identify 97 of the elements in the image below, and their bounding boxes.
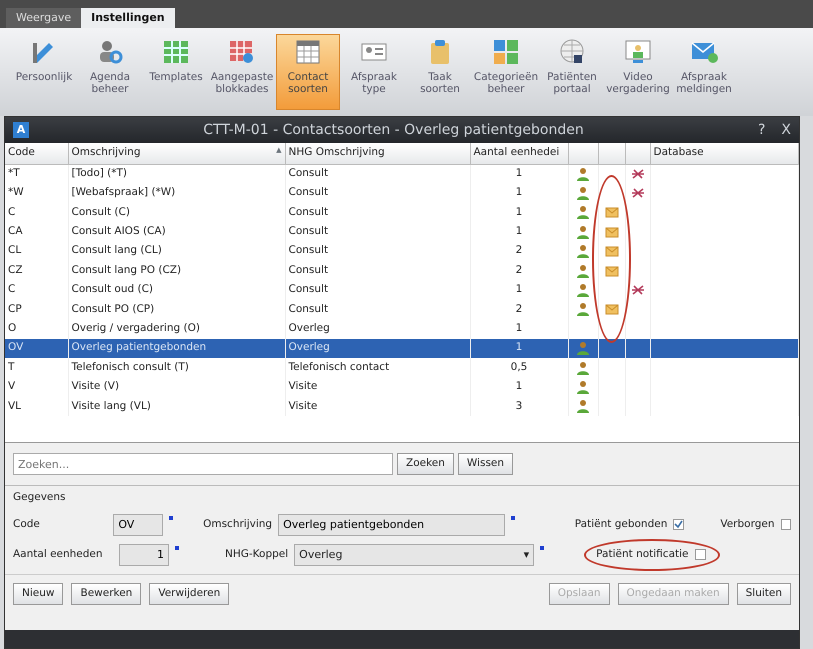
ribbon-button[interactable]: Agenda beheer bbox=[78, 34, 142, 110]
table-cell: Consult AIOS (CA) bbox=[68, 222, 285, 242]
dialog-button[interactable]: Bewerken bbox=[71, 582, 142, 604]
search-field[interactable]: Zoeken... bbox=[13, 453, 393, 475]
search-button[interactable]: Wissen bbox=[458, 453, 514, 475]
table-cell: Visite lang (VL) bbox=[68, 396, 285, 416]
checkbox[interactable] bbox=[673, 519, 684, 530]
table-cell: Visite bbox=[285, 396, 470, 416]
column-header[interactable]: Aantal eenhedei bbox=[470, 143, 568, 164]
required-marker bbox=[175, 546, 179, 550]
table-cell: Telefonisch consult (T) bbox=[68, 358, 285, 378]
table-cell: 3 bbox=[470, 396, 568, 416]
ribbon-button[interactable]: Afspraak meldingen bbox=[672, 34, 736, 110]
table-cell: [Webafspraak] (*W) bbox=[68, 183, 285, 203]
table-cell: 2 bbox=[470, 300, 568, 320]
table-cell: Consult bbox=[285, 183, 470, 203]
table-cell: Visite bbox=[285, 377, 470, 397]
table-cell: Consult PO (CP) bbox=[68, 300, 285, 320]
required-marker bbox=[540, 546, 544, 550]
table-cell: 2 bbox=[470, 260, 568, 280]
column-header[interactable]: NHG Omschrijving bbox=[285, 143, 470, 164]
units-field[interactable]: 1 bbox=[119, 544, 169, 566]
ribbon-button[interactable]: Taak soorten bbox=[408, 34, 472, 110]
ribbon-button[interactable]: Video vergadering bbox=[606, 34, 670, 110]
table-cell: 0,5 bbox=[470, 358, 568, 378]
dialog-button[interactable]: Verwijderen bbox=[149, 582, 230, 604]
tiles-icon bbox=[491, 37, 521, 67]
table-cell: Consult bbox=[285, 164, 470, 184]
table-cell: 1 bbox=[470, 280, 568, 300]
table-cell: Consult bbox=[285, 280, 470, 300]
ribbon-button[interactable]: Aangepaste blokkades bbox=[210, 34, 274, 110]
checkbox-label: Patiënt gebonden bbox=[574, 516, 668, 532]
checkbox-label: Verborgen bbox=[720, 516, 774, 532]
close-button[interactable]: X bbox=[781, 120, 791, 140]
table-cell: Overleg bbox=[285, 338, 470, 358]
table-cell: Consult bbox=[285, 260, 470, 280]
table-cell: 2 bbox=[470, 242, 568, 261]
table-cell: 1 bbox=[470, 202, 568, 222]
table-cell: Consult bbox=[285, 222, 470, 242]
section-label: Gegevens bbox=[13, 490, 67, 505]
ribbon-button[interactable]: Templates bbox=[144, 34, 208, 110]
table-cell: Consult lang PO (CZ) bbox=[68, 260, 285, 280]
field-label: NHG-Koppel bbox=[225, 546, 288, 562]
table-cell: 1 bbox=[470, 164, 568, 184]
ribbon-tab[interactable]: Instellingen bbox=[81, 8, 175, 28]
table-cell: Telefonisch contact bbox=[285, 358, 470, 378]
table-cell: Consult bbox=[285, 242, 470, 261]
dialog-button[interactable]: Sluiten bbox=[736, 582, 791, 604]
table-cell: *T bbox=[5, 164, 68, 184]
help-button[interactable]: ? bbox=[758, 120, 766, 140]
table-cell: OV bbox=[5, 338, 68, 358]
table-cell: C bbox=[5, 202, 68, 222]
window-title: CTT-M-01 - Contactsoorten - Overleg patientgebonden bbox=[202, 120, 585, 140]
table-cell: C bbox=[5, 280, 68, 300]
field-label: Omschrijving bbox=[203, 516, 272, 532]
table-cell: CZ bbox=[5, 260, 68, 280]
checkbox-label: Patiënt notificatie bbox=[596, 546, 688, 562]
field-label: Aantal eenheden bbox=[13, 546, 104, 562]
table-cell: CP bbox=[5, 300, 68, 320]
table-cell: Consult bbox=[285, 202, 470, 222]
table-cell: Visite (V) bbox=[68, 377, 285, 397]
caret-icon: ▾ bbox=[524, 546, 530, 563]
table-cell: V bbox=[5, 377, 68, 397]
table-cell: CA bbox=[5, 222, 68, 242]
table-cell: 1 bbox=[470, 183, 568, 203]
ribbon-tab[interactable]: Weergave bbox=[6, 8, 82, 28]
table-cell: Overleg patientgebonden bbox=[68, 338, 285, 358]
table-cell: 1 bbox=[470, 222, 568, 242]
table-cell: [Todo] (*T) bbox=[68, 164, 285, 184]
ribbon-button[interactable]: Afspraak type bbox=[342, 34, 406, 110]
required-marker bbox=[169, 516, 174, 520]
column-header[interactable]: Database bbox=[650, 143, 798, 164]
column-header[interactable]: Code bbox=[5, 143, 68, 164]
description-field[interactable]: Overleg patientgebonden bbox=[278, 514, 506, 536]
ribbon-button[interactable]: Contact soorten bbox=[276, 34, 340, 110]
table-cell: *W bbox=[5, 183, 68, 203]
table-cell: Consult oud (C) bbox=[68, 280, 285, 300]
table-cell: Consult bbox=[285, 300, 470, 320]
checkbox[interactable] bbox=[694, 549, 706, 560]
app-icon: A bbox=[13, 122, 29, 138]
code-field[interactable]: OV bbox=[113, 514, 164, 536]
table-cell: 1 bbox=[470, 377, 568, 397]
table-cell: T bbox=[5, 358, 68, 378]
table-cell: CL bbox=[5, 242, 68, 261]
ribbon-button[interactable]: Persoonlijk bbox=[12, 34, 76, 110]
search-button[interactable]: Zoeken bbox=[397, 453, 454, 475]
required-marker bbox=[511, 516, 515, 520]
table-cell: Consult (C) bbox=[68, 202, 285, 222]
ribbon-button[interactable]: Patiënten portaal bbox=[540, 34, 604, 110]
table-cell: Consult lang (CL) bbox=[68, 242, 285, 261]
field-label: Code bbox=[13, 516, 41, 532]
dropdown[interactable]: Overleg ▾ bbox=[294, 544, 534, 566]
table-cell: 1 bbox=[470, 338, 568, 358]
table-cell: VL bbox=[5, 396, 68, 416]
checkbox[interactable] bbox=[780, 519, 791, 530]
ribbon-button[interactable]: Categorieën beheer bbox=[474, 34, 538, 110]
dialog-button[interactable]: Nieuw bbox=[13, 582, 64, 604]
